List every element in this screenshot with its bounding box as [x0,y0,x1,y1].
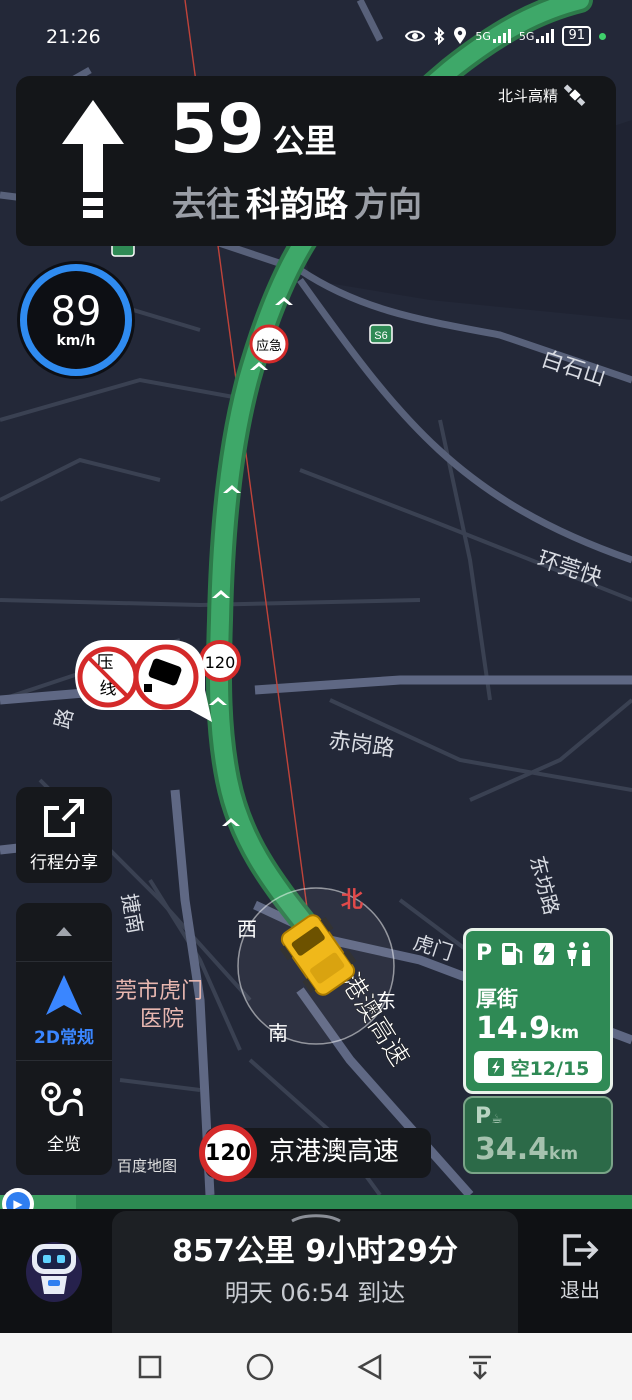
current-road-name: 京港澳高速 [269,1137,400,1167]
target-road: 科韵路 [246,185,348,225]
triangle-back-icon [357,1353,382,1381]
speed-unit: km/h [56,333,96,349]
charging-icon [487,1058,504,1076]
trip-share-button[interactable]: 行程分享 [16,787,112,883]
chevron-up-icon [56,927,72,936]
voice-assistant-robot-icon[interactable] [24,1236,84,1306]
privacy-dot [599,32,606,40]
share-icon [44,798,84,837]
following-service-distance: 34.4km [475,1132,579,1167]
parking-coffee-icon: P☕ [475,1104,503,1129]
square-icon [138,1355,162,1379]
mode-2d-button[interactable]: 2D常规 [16,961,112,1061]
current-speed: 89 km/h [20,264,132,376]
svg-text:S6: S6 [374,330,387,342]
emergency-lane-marker: 应急 [249,324,289,364]
positioning-status: 北斗高精 [498,84,586,106]
status-time: 21:26 [46,26,101,48]
overview-label: 全览 [47,1134,81,1155]
restroom-icon [567,942,591,966]
next-maneuver-distance: 59 公里 [170,90,337,170]
arrival-time: 明天 06:54 到达 [224,1279,406,1307]
current-road: 120 京港澳高速 [199,1124,431,1182]
navigation-arrow-icon [46,974,82,1015]
trip-share-label: 行程分享 [30,852,98,873]
svg-text:莞市虎门: 莞市虎门 [115,979,203,1004]
svg-text:应急: 应急 [256,338,282,354]
system-navigation-bar [0,1333,632,1400]
distance-value: 59 [170,90,265,169]
direction-prefix: 去往 [172,185,240,225]
battery-indicator: 91 [562,26,591,46]
back-button[interactable] [350,1350,390,1384]
svg-text:南: 南 [268,1021,288,1045]
home-button[interactable] [240,1350,280,1384]
signal-1: 5G [475,29,511,43]
overview-button[interactable]: 全览 [16,1063,112,1173]
straight-arrow-icon [62,100,124,218]
exit-label: 退出 [560,1278,600,1302]
parking-icon: P [476,941,493,966]
charging-availability: 空12/15 [474,1051,602,1083]
expand-modes-button[interactable] [16,903,112,959]
svg-text:医院: 医院 [140,1007,184,1032]
s6-road-badge: S6 [369,324,393,344]
eye-icon [405,30,426,42]
map-mode-panel: 2D常规 全览 [16,903,112,1175]
location-icon [454,27,467,44]
direction-suffix: 方向 [354,185,422,225]
circle-icon [246,1353,274,1381]
bluetooth-icon [434,27,445,45]
following-service-area[interactable]: P☕ 34.4km [463,1096,613,1174]
speed-limit-sign: 120 [199,640,241,682]
speed-value: 89 [50,289,102,335]
svg-text:东: 东 [376,989,396,1013]
fuel-icon [502,943,523,965]
recent-apps-button[interactable] [130,1350,170,1384]
exit-navigation-button[interactable]: 退出 [540,1232,620,1312]
route-progress-bar [0,1195,632,1209]
svg-text:120: 120 [205,653,236,672]
charging-status: 空12/15 [510,1057,590,1080]
signal-bars-icon [492,29,511,43]
satellite-icon [564,84,586,106]
charging-icon [534,943,555,965]
status-icons: 5G 5G 91 [405,26,606,46]
svg-text:西: 西 [237,917,257,941]
service-area-distance: 14.9km [476,1011,580,1046]
exit-icon [563,1234,599,1266]
signal-bars-icon [536,29,555,43]
mode-2d-label: 2D常规 [34,1027,94,1048]
pull-down-icon [469,1355,491,1380]
positioning-label: 北斗高精 [497,86,558,105]
direction-text: 去往 科韵路 方向 [172,182,422,228]
service-facilities: P [476,941,594,967]
next-service-area[interactable]: P 厚街 14.9km 空12/15 [463,928,613,1094]
distance-unit: 公里 [272,122,337,160]
signal-2: 5G [519,29,555,43]
drag-handle-icon[interactable] [290,1213,342,1223]
notification-pull-button[interactable] [460,1350,500,1384]
route-overview-icon [41,1081,83,1116]
baidu-map-logo: 百度地图 [117,1157,178,1175]
svg-text:北: 北 [341,888,363,913]
trip-summary: 857公里 9小时29分 [172,1234,458,1269]
service-area-name: 厚街 [476,987,518,1011]
current-speed-limit: 120 [199,1124,257,1182]
